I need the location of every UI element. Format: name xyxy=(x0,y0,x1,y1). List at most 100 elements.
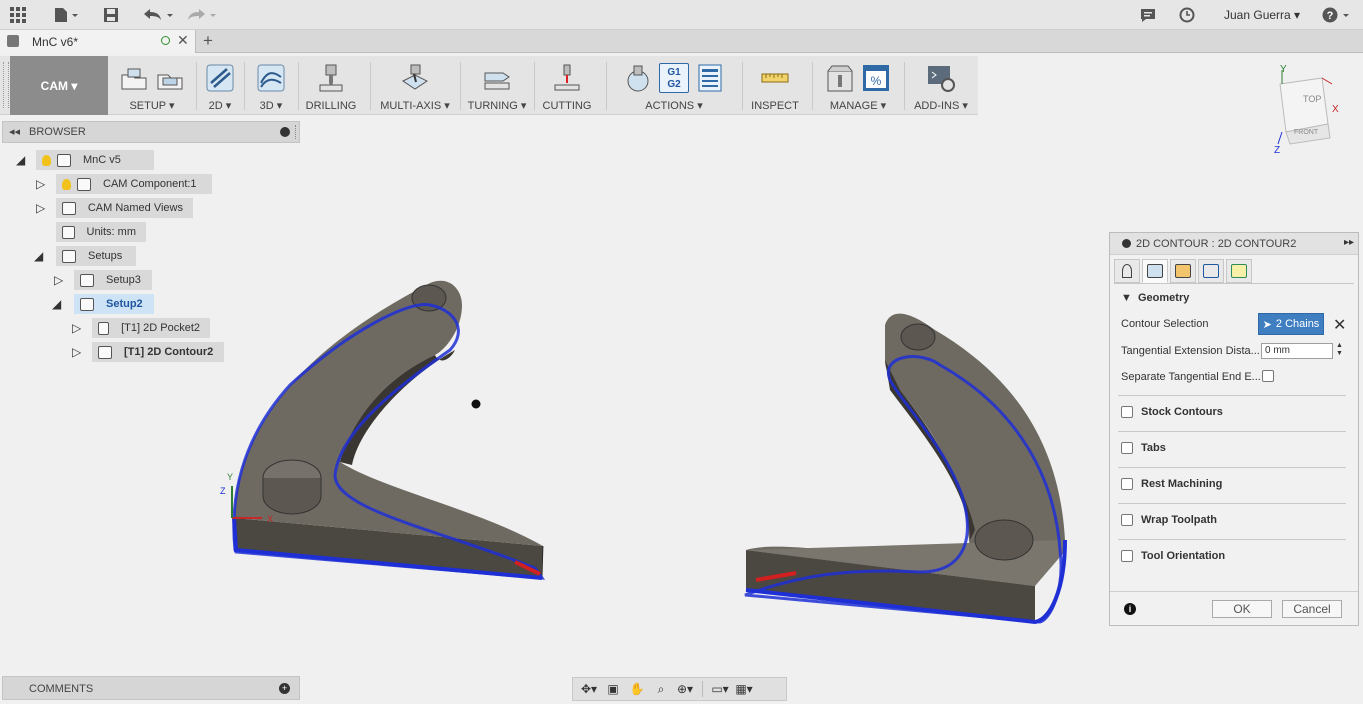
tab-geometry[interactable] xyxy=(1142,259,1168,283)
fit-icon[interactable]: ⊕▾ xyxy=(675,681,695,697)
add-ins-icon xyxy=(928,66,955,92)
expanded-arrow-icon[interactable]: ◢ xyxy=(34,249,43,263)
redo-icon[interactable] xyxy=(186,6,220,24)
user-menu[interactable]: Juan Guerra ▾ xyxy=(1224,8,1300,22)
wrap-toolpath-row[interactable]: Wrap Toolpath xyxy=(1121,514,1217,526)
tab-passes[interactable] xyxy=(1198,259,1224,283)
contour-selection-button[interactable]: ➤ 2 Chains xyxy=(1258,313,1324,335)
look-at-icon[interactable]: ▣ xyxy=(603,681,623,697)
linking-tab-icon xyxy=(1231,264,1247,278)
collapsed-arrow-icon[interactable]: ▷ xyxy=(36,177,45,191)
collapse-panel-icon[interactable]: ◂◂ xyxy=(9,125,20,138)
grid-menu-icon[interactable] xyxy=(8,6,28,24)
add-ins-label: ADD-INS xyxy=(914,100,960,112)
expanded-arrow-icon[interactable]: ◢ xyxy=(16,153,25,167)
tab-heights[interactable] xyxy=(1170,259,1196,283)
pan-icon[interactable]: ✋ xyxy=(627,681,647,697)
chains-count: 2 Chains xyxy=(1275,318,1320,330)
minimize-icon[interactable] xyxy=(1122,239,1131,248)
dialog-footer: i OK Cancel xyxy=(1110,591,1358,625)
tree-label-units: Units: mm xyxy=(86,226,137,238)
save-icon[interactable] xyxy=(102,6,120,24)
tab-tool[interactable] xyxy=(1114,259,1140,283)
stock-contours-row[interactable]: Stock Contours xyxy=(1121,406,1223,418)
ribbon-group-actions[interactable]: G1 G2 ACTIONS ▾ xyxy=(610,56,738,115)
collapsed-arrow-icon[interactable]: ▷ xyxy=(54,273,63,287)
add-comment-icon[interactable]: + xyxy=(279,683,290,694)
dialog-header[interactable]: 2D CONTOUR : 2D CONTOUR2 ▸▸ xyxy=(1110,233,1358,255)
collapsed-arrow-icon[interactable]: ▷ xyxy=(72,321,81,335)
help-icon[interactable]: ? xyxy=(1322,6,1352,24)
ribbon-group-manage[interactable]: % MANAGE ▾ xyxy=(816,56,900,115)
ribbon-grip[interactable] xyxy=(3,62,9,108)
rest-machining-checkbox[interactable] xyxy=(1121,478,1133,490)
wrap-toolpath-checkbox[interactable] xyxy=(1121,514,1133,526)
file-icon[interactable] xyxy=(52,6,80,24)
viewcube-front-label[interactable]: FRONT xyxy=(1294,129,1319,136)
separate-tangential-checkbox[interactable] xyxy=(1262,370,1274,382)
collapsed-arrow-icon[interactable]: ▷ xyxy=(72,345,81,359)
clock-icon[interactable] xyxy=(1178,6,1196,24)
document-tab-bar: MnC v6* ✕ + xyxy=(0,30,1363,53)
new-tab-icon[interactable]: + xyxy=(203,31,213,51)
zoom-icon[interactable]: ⌕ xyxy=(651,681,671,697)
cutting-icon xyxy=(554,64,580,91)
grid-settings-icon[interactable]: ▦▾ xyxy=(734,681,754,697)
tabs-checkbox[interactable] xyxy=(1121,442,1133,454)
rest-machining-row[interactable]: Rest Machining xyxy=(1121,478,1222,490)
visibility-bulb-icon[interactable] xyxy=(42,154,51,166)
stock-icon xyxy=(157,74,183,90)
comment-icon[interactable] xyxy=(1139,6,1157,24)
geometry-section-title: Geometry xyxy=(1138,292,1190,304)
document-tab[interactable]: MnC v6* ✕ xyxy=(0,30,196,53)
contour-operation-icon xyxy=(98,345,112,359)
expanded-arrow-icon[interactable]: ◢ xyxy=(52,297,61,311)
ribbon-group-2d[interactable]: 2D ▾ xyxy=(200,56,240,115)
ribbon-group-drilling[interactable]: DRILLING xyxy=(302,56,360,115)
ribbon-group-turning[interactable]: TURNING ▾ xyxy=(464,56,530,115)
ribbon-group-setup[interactable]: SETUP ▾ xyxy=(112,56,192,115)
tabs-row[interactable]: Tabs xyxy=(1121,442,1166,454)
browser-header[interactable]: ◂◂ BROWSER xyxy=(2,121,300,143)
cursor-icon: ➤ xyxy=(1262,318,1272,331)
display-settings-icon[interactable]: ▭▾ xyxy=(710,681,730,697)
tangential-extension-stepper[interactable]: ▲ ▼ xyxy=(1336,342,1343,358)
viewcube[interactable]: TOP FRONT Y X Z xyxy=(1270,64,1360,154)
geometry-tab-icon xyxy=(1147,264,1163,278)
collapsed-arrow-icon[interactable]: ▷ xyxy=(36,201,45,215)
contour-selection-label: Contour Selection xyxy=(1121,318,1209,330)
minimize-icon[interactable] xyxy=(280,127,290,137)
close-icon[interactable]: ✕ xyxy=(177,32,189,49)
left-part[interactable]: X Y Z xyxy=(220,280,546,580)
tool-orientation-row[interactable]: Tool Orientation xyxy=(1121,550,1225,562)
heights-tab-icon xyxy=(1175,264,1191,278)
tool-orientation-checkbox[interactable] xyxy=(1121,550,1133,562)
geometry-section-header[interactable]: ▼ Geometry xyxy=(1121,292,1189,304)
tool-library-icon xyxy=(827,65,853,92)
ribbon-group-add-ins[interactable]: ADD-INS ▾ xyxy=(908,56,974,115)
svg-text:%: % xyxy=(871,74,882,88)
ribbon-group-multi-axis[interactable]: MULTI-AXIS ▾ xyxy=(374,56,456,115)
ok-button[interactable]: OK xyxy=(1212,600,1272,618)
clear-selection-icon[interactable]: ✕ xyxy=(1333,315,1346,335)
expand-icon[interactable]: ▸▸ xyxy=(1344,237,1354,248)
ribbon-group-cutting[interactable]: CUTTING xyxy=(538,56,596,115)
orbit-icon[interactable]: ✥▾ xyxy=(579,681,599,697)
cancel-button[interactable]: Cancel xyxy=(1282,600,1342,618)
tab-linking[interactable] xyxy=(1226,259,1252,283)
comments-panel[interactable]: COMMENTS + xyxy=(2,676,300,700)
viewcube-top-label[interactable]: TOP xyxy=(1303,94,1321,104)
3d-viewport[interactable]: X Y Z xyxy=(200,250,1100,650)
right-part[interactable] xyxy=(744,313,1067,625)
undo-icon[interactable] xyxy=(142,6,176,24)
visibility-bulb-icon[interactable] xyxy=(62,178,71,190)
ribbon-group-inspect[interactable]: INSPECT xyxy=(746,56,804,115)
info-icon[interactable]: i xyxy=(1124,603,1136,615)
stock-contours-checkbox[interactable] xyxy=(1121,406,1133,418)
panel-grip[interactable] xyxy=(295,125,296,139)
tool-orientation-label: Tool Orientation xyxy=(1141,550,1226,562)
ribbon-group-3d[interactable]: 3D ▾ xyxy=(248,56,294,115)
measure-icon xyxy=(761,73,789,83)
workspace-switcher[interactable]: CAM ▾ xyxy=(10,56,108,115)
tangential-extension-input[interactable]: 0 mm xyxy=(1261,343,1333,359)
